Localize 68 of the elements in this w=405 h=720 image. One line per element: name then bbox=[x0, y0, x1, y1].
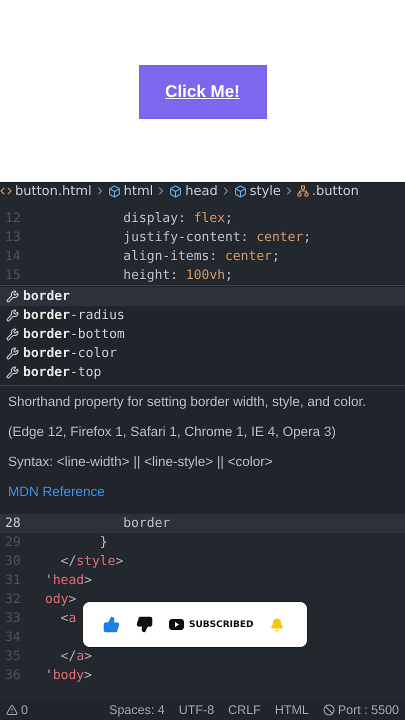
code-text: style bbox=[76, 554, 116, 569]
click-me-button[interactable]: Click Me! bbox=[138, 64, 266, 118]
code-text: border bbox=[122, 516, 170, 531]
cube-icon bbox=[108, 184, 121, 198]
suggestion-item[interactable]: border-top bbox=[0, 363, 405, 382]
code-text: a bbox=[76, 649, 84, 664]
selector-icon bbox=[296, 185, 309, 197]
code-text: > bbox=[115, 554, 124, 569]
play-icon bbox=[169, 619, 184, 630]
cube-icon bbox=[169, 184, 182, 198]
code-text: display: bbox=[122, 211, 187, 226]
port-icon bbox=[322, 704, 335, 716]
mdn-reference-link[interactable]: MDN Reference bbox=[8, 484, 105, 499]
breadcrumb-item[interactable]: head bbox=[185, 184, 218, 198]
wrench-icon bbox=[6, 290, 19, 303]
code-text: > bbox=[84, 668, 92, 683]
thumbs-up-icon[interactable] bbox=[103, 616, 120, 633]
breadcrumb-item[interactable]: .button bbox=[312, 184, 359, 198]
status-item[interactable]: Port : 5500 bbox=[338, 703, 399, 717]
status-item[interactable]: HTML bbox=[274, 703, 309, 717]
suggestion-item[interactable]: border-color bbox=[0, 344, 405, 363]
code-text: > bbox=[84, 649, 92, 664]
wrench-icon bbox=[6, 309, 19, 322]
code-text: align-items: bbox=[122, 249, 218, 264]
code-text: ; bbox=[303, 230, 312, 245]
code-text: height: bbox=[122, 268, 180, 283]
code-text: center bbox=[256, 230, 304, 245]
code-text: head bbox=[52, 573, 84, 588]
code-text: > bbox=[68, 592, 76, 607]
breadcrumb-item[interactable]: html bbox=[124, 184, 154, 198]
code-text: ; bbox=[225, 268, 233, 283]
thumbs-down-icon[interactable] bbox=[136, 616, 153, 633]
code-text: > bbox=[84, 573, 92, 588]
code-text: ' bbox=[45, 668, 53, 683]
wrench-icon bbox=[6, 328, 19, 341]
warning-icon bbox=[6, 704, 18, 716]
line-number: 28 bbox=[4, 516, 22, 531]
doc-description: Shorthand property for setting border width, style, and color. bbox=[8, 394, 367, 409]
status-item[interactable]: Spaces: 4 bbox=[109, 703, 165, 717]
code-text: ' bbox=[45, 573, 53, 588]
code-text: ody bbox=[45, 592, 68, 607]
breadcrumb-item[interactable]: style bbox=[250, 184, 281, 198]
wrench-icon bbox=[6, 347, 19, 360]
code-text: justify-content: bbox=[122, 230, 250, 245]
suggestion-item[interactable]: border-bottom bbox=[0, 325, 405, 344]
suggestion-item[interactable]: border-radius bbox=[0, 306, 405, 325]
cube-icon bbox=[234, 184, 247, 198]
code-text: } bbox=[98, 535, 108, 550]
breadcrumb-item[interactable]: button.html bbox=[15, 184, 92, 198]
doc-syntax: Syntax: <line-width> || <line-style> || <color> bbox=[8, 454, 274, 469]
code-text: flex bbox=[194, 211, 226, 226]
code-text: </ bbox=[60, 649, 76, 664]
doc-support: (Edge 12, Firefox 1, Safari 1, Chrome 1, IE 4, Opera 3) bbox=[8, 424, 337, 439]
code-text: </ bbox=[60, 554, 76, 569]
code-text: ; bbox=[225, 211, 233, 226]
code-text: ; bbox=[272, 249, 280, 264]
code-text: body bbox=[52, 668, 84, 683]
wrench-icon bbox=[6, 366, 19, 379]
status-item[interactable]: UTF-8 bbox=[178, 703, 214, 717]
code-icon bbox=[0, 185, 12, 197]
suggestion-item[interactable]: border bbox=[0, 287, 405, 306]
subscribed-label[interactable]: SUBSCRIBED bbox=[189, 620, 254, 630]
status-item[interactable]: CRLF bbox=[228, 703, 261, 717]
code-text: < bbox=[60, 611, 68, 626]
status-item[interactable]: 0 bbox=[21, 703, 28, 717]
code-text: center bbox=[225, 249, 272, 264]
code-text: a bbox=[68, 611, 76, 626]
code-text: 100vh bbox=[186, 268, 226, 283]
